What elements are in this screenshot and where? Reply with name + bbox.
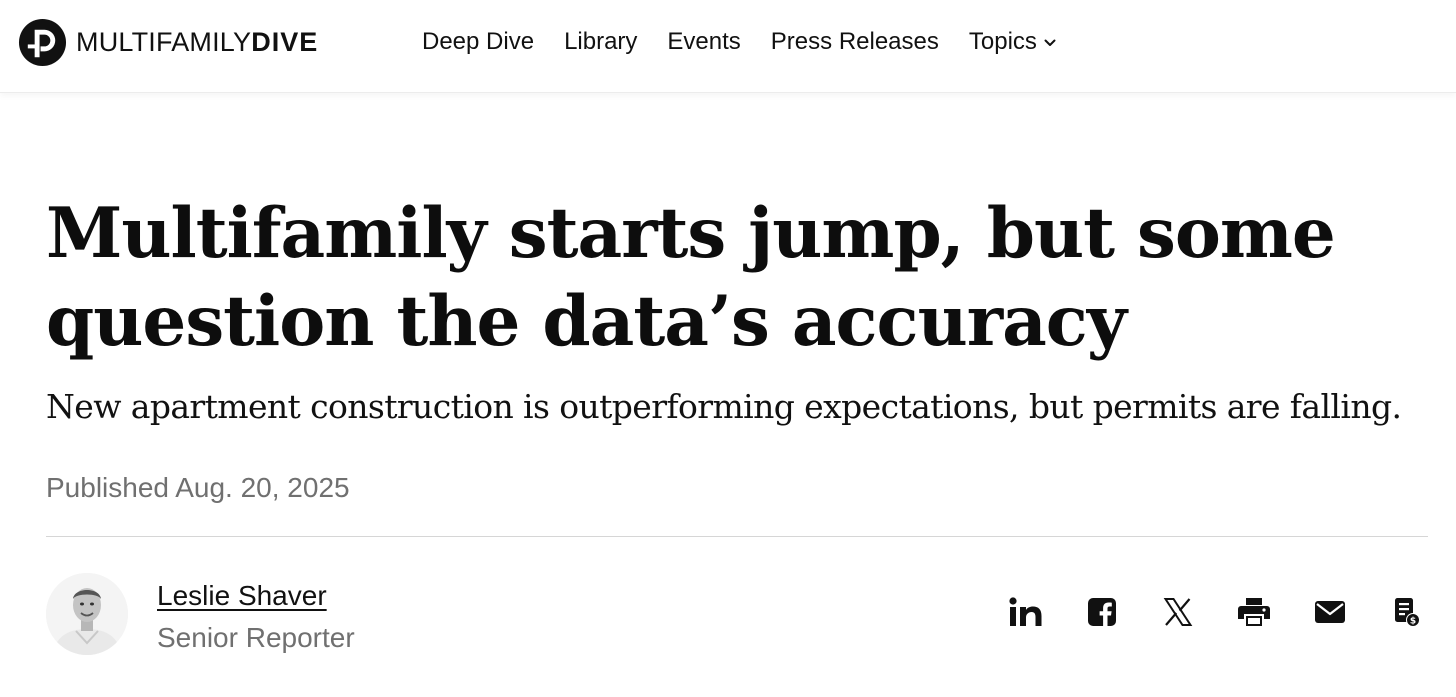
nav-press-releases[interactable]: Press Releases	[771, 28, 939, 56]
author-avatar[interactable]	[46, 573, 128, 655]
site-logo[interactable]: MULTIFAMILYDIVE	[18, 17, 318, 67]
facebook-icon[interactable]	[1084, 594, 1120, 630]
logo-text: MULTIFAMILYDIVE	[76, 26, 319, 57]
chevron-down-icon	[1044, 39, 1056, 46]
x-icon[interactable]	[1160, 594, 1196, 630]
publish-date: Published Aug. 20, 2025	[46, 472, 350, 503]
nav-events[interactable]: Events	[667, 28, 740, 56]
print-icon[interactable]	[1236, 594, 1272, 630]
multifamily-dive-logo-icon	[18, 18, 67, 66]
site-header: MULTIFAMILYDIVE Deep Dive Library Events…	[0, 0, 1456, 93]
article-headline: Multifamily starts jump, but some questi…	[46, 193, 1336, 362]
svg-text:$: $	[1410, 617, 1416, 627]
linkedin-icon[interactable]	[1008, 594, 1044, 630]
email-icon[interactable]	[1312, 594, 1348, 630]
nav-topics[interactable]: Topics	[969, 28, 1057, 56]
divider	[46, 536, 1428, 537]
author-name-link[interactable]: Leslie Shaver	[157, 578, 327, 614]
nav-deep-dive[interactable]: Deep Dive	[422, 28, 534, 56]
share-bar: $	[1008, 594, 1420, 630]
article-dek: New apartment construction is outperform…	[46, 387, 1402, 426]
license-icon[interactable]: $	[1388, 594, 1424, 630]
author-role: Senior Reporter	[157, 622, 355, 653]
main-nav: Deep Dive Library Events Press Releases …	[422, 24, 1057, 60]
nav-library[interactable]: Library	[564, 28, 637, 56]
